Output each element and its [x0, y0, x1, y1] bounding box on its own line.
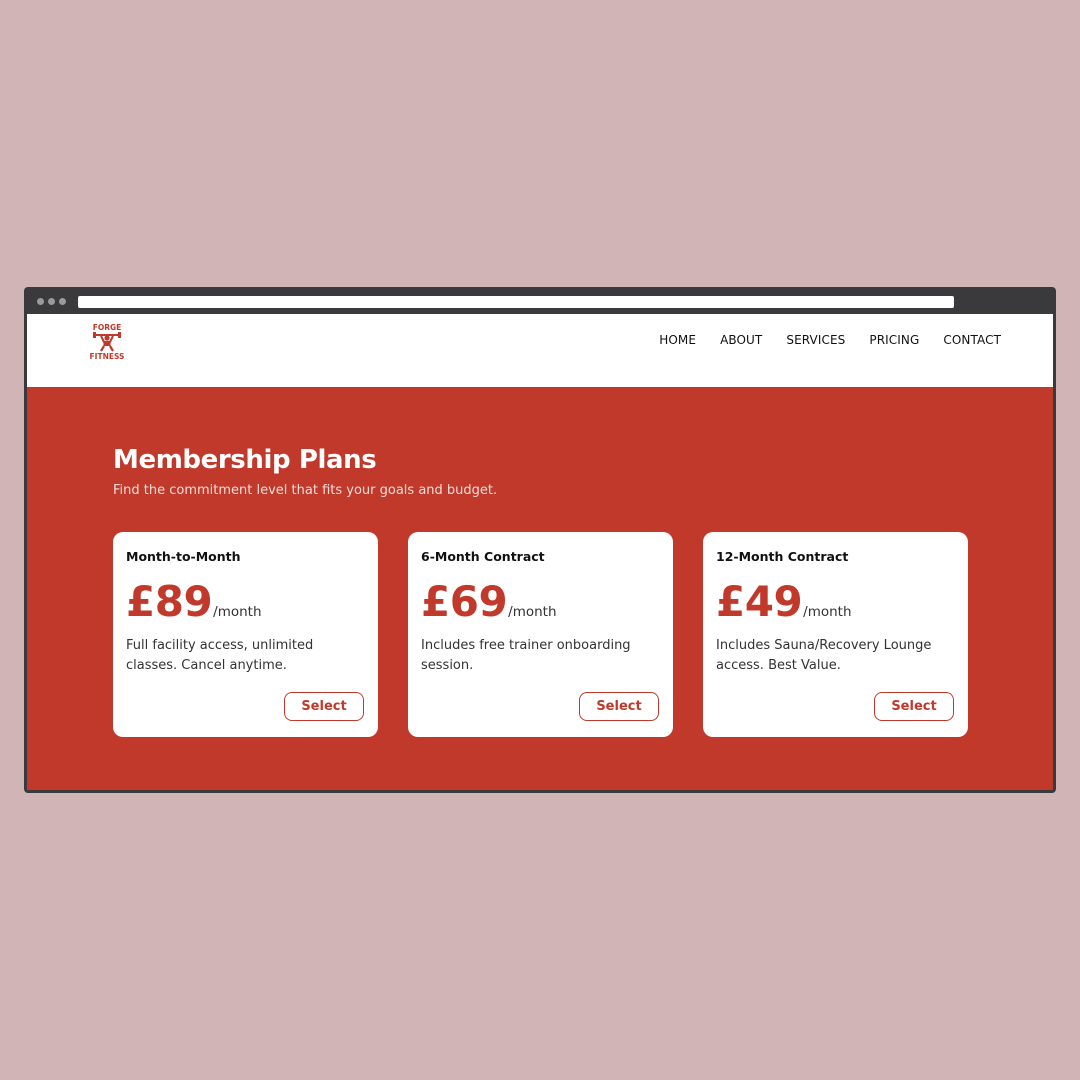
plan-price: £49 [716, 577, 803, 626]
plan-card-12-month: 12-Month Contract £49 /month Includes Sa… [703, 532, 968, 737]
plan-price-row: £89 /month [126, 577, 262, 626]
plan-price-row: £69 /month [421, 577, 557, 626]
window-controls[interactable] [37, 298, 66, 305]
plan-name: 12-Month Contract [716, 549, 849, 564]
logo-icon: FORGE FITNESS [90, 323, 125, 361]
plan-period: /month [508, 604, 557, 620]
plan-price: £89 [126, 577, 213, 626]
forge-fitness-logo[interactable]: FORGE FITNESS [85, 321, 129, 361]
membership-section: Membership Plans Find the commitment lev… [27, 387, 1053, 790]
nav-pricing[interactable]: PRICING [869, 333, 919, 347]
plan-price-row: £49 /month [716, 577, 852, 626]
nav-home[interactable]: HOME [659, 333, 696, 347]
plan-description: Includes free trainer onboarding session… [421, 638, 631, 673]
page-subtitle: Find the commitment level that fits your… [113, 483, 498, 498]
nav-contact[interactable]: CONTACT [943, 333, 1001, 347]
main-nav: HOME ABOUT SERVICES PRICING CONTACT [659, 333, 1001, 347]
logo-bottom-text: FITNESS [90, 352, 125, 361]
browser-titlebar [27, 287, 1053, 314]
plan-name: Month-to-Month [126, 549, 241, 564]
plan-period: /month [803, 604, 852, 620]
window-dot-icon[interactable] [48, 298, 55, 305]
plan-card-6-month: 6-Month Contract £69 /month Includes fre… [408, 532, 673, 737]
address-bar[interactable] [78, 296, 954, 308]
select-button[interactable]: Select [874, 692, 954, 721]
nav-about[interactable]: ABOUT [720, 333, 762, 347]
select-button[interactable]: Select [579, 692, 659, 721]
plan-period: /month [213, 604, 262, 620]
page-viewport: FORGE FITNESS HOME ABOUT SERVICES PRICIN… [27, 314, 1053, 790]
plan-price: £69 [421, 577, 508, 626]
nav-services[interactable]: SERVICES [786, 333, 845, 347]
plan-description: Full facility access, unlimited classes.… [126, 638, 314, 673]
window-dot-icon[interactable] [59, 298, 66, 305]
plan-name: 6-Month Contract [421, 549, 545, 564]
plan-cards: Month-to-Month £89 /month Full facility … [113, 532, 968, 737]
plan-card-month-to-month: Month-to-Month £89 /month Full facility … [113, 532, 378, 737]
logo-top-text: FORGE [93, 323, 122, 332]
browser-window: FORGE FITNESS HOME ABOUT SERVICES PRICIN… [24, 287, 1056, 793]
page-title: Membership Plans [113, 445, 377, 475]
plan-description: Includes Sauna/Recovery Lounge access. B… [716, 638, 932, 673]
site-header: FORGE FITNESS HOME ABOUT SERVICES PRICIN… [27, 314, 1053, 387]
select-button[interactable]: Select [284, 692, 364, 721]
window-dot-icon[interactable] [37, 298, 44, 305]
